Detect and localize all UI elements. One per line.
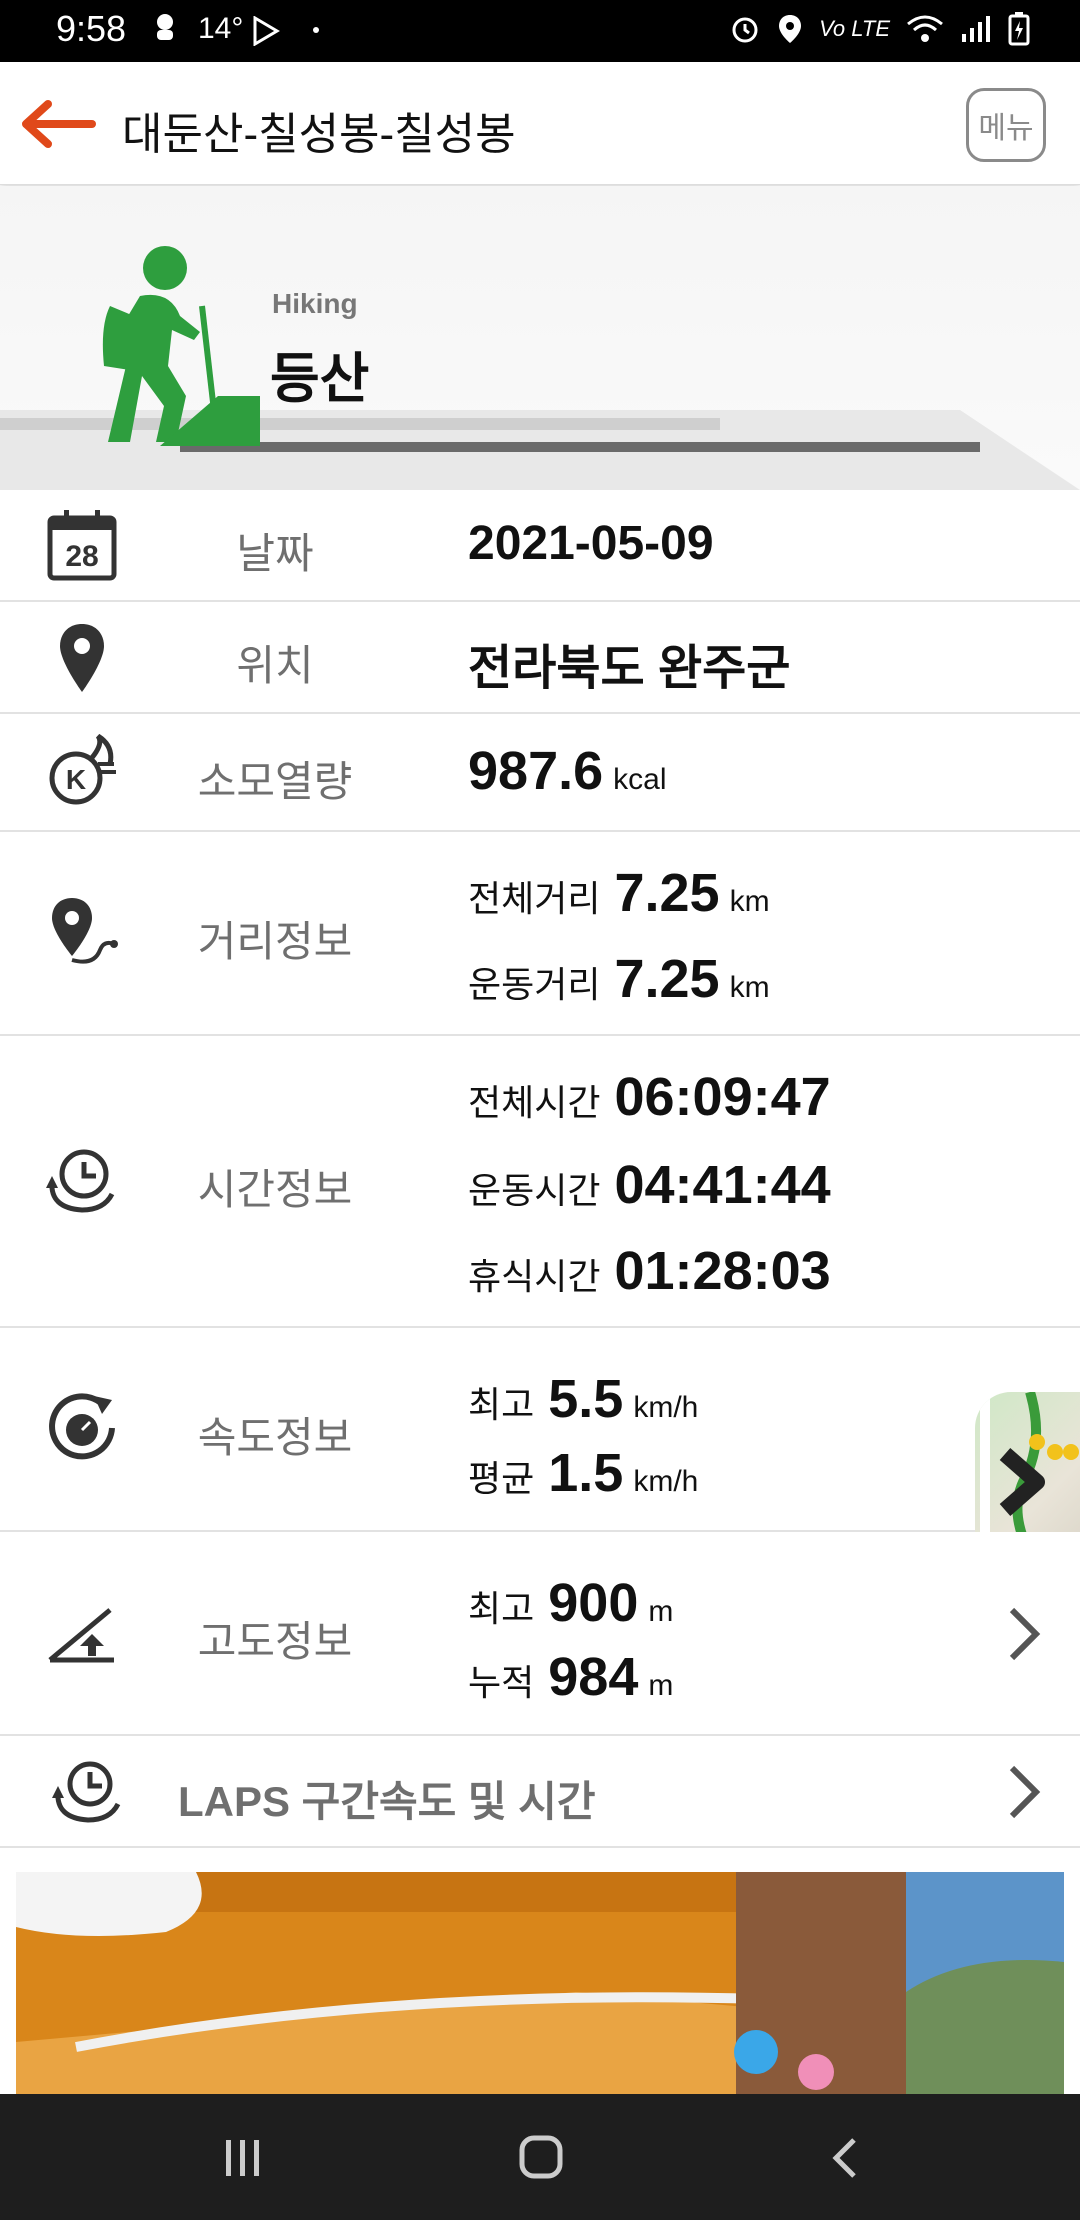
menu-button[interactable]: 메뉴 xyxy=(966,88,1046,162)
calendar-day: 28 xyxy=(65,540,98,573)
rest-time-value: 01:28:03 xyxy=(614,1241,831,1301)
max-altitude-label: 최고 xyxy=(468,1588,535,1629)
total-distance-unit: km xyxy=(729,885,770,918)
avg-speed-unit: km/h xyxy=(633,1465,699,1498)
photo-image xyxy=(16,1872,1064,2094)
total-time-group: 전체시간 06:09:47 xyxy=(468,1066,831,1128)
activity-type-en: Hiking xyxy=(272,288,358,319)
location-icon xyxy=(779,15,802,43)
location-row: 위치 전라북도 완주군 xyxy=(0,602,1080,714)
activity-photo[interactable] xyxy=(16,1872,1064,2094)
dot-icon xyxy=(313,27,319,33)
avg-speed-label: 평균 xyxy=(468,1458,535,1499)
play-store-icon xyxy=(253,16,280,46)
route-pin-icon xyxy=(52,898,118,964)
calories-value-group: 987.6 kcal xyxy=(468,740,667,802)
rest-time-label: 휴식시간 xyxy=(468,1256,601,1297)
avg-speed-value: 1.5 xyxy=(548,1443,624,1503)
recent-apps-button[interactable] xyxy=(222,2138,264,2178)
svg-text:K: K xyxy=(66,764,86,795)
altitude-row[interactable]: 고도정보 최고 900 m 누적 984 m xyxy=(0,1532,1080,1736)
clock-refresh-icon xyxy=(46,1149,115,1213)
flame-k-icon: K xyxy=(49,734,116,805)
total-time-label: 전체시간 xyxy=(468,1082,601,1123)
speed-row: 속도정보 최고 5.5 km/h 평균 1.5 km/h xyxy=(0,1328,1080,1532)
max-speed-label: 최고 xyxy=(468,1384,535,1425)
calories-unit: kcal xyxy=(613,763,667,796)
status-right-icons: Vo LTE xyxy=(729,12,1030,46)
cumulative-altitude-unit: m xyxy=(648,1669,674,1702)
calories-row: K 소모열량 987.6 kcal xyxy=(0,714,1080,832)
time-label: 시간정보 xyxy=(197,1166,353,1213)
total-distance-group: 전체거리 7.25 km xyxy=(468,862,770,924)
rest-time-group: 휴식시간 01:28:03 xyxy=(468,1240,831,1302)
moving-time-value: 04:41:44 xyxy=(614,1155,831,1215)
distance-label: 거리정보 xyxy=(197,918,353,965)
date-row: 28 날짜 2021-05-09 xyxy=(0,490,1080,602)
page-title: 대둔산-칠성봉-칠성봉 xyxy=(122,110,516,159)
lap-clock-icon xyxy=(52,1761,121,1823)
calories-label: 소모열량 xyxy=(197,758,353,805)
battery-icon xyxy=(1008,12,1030,46)
altitude-label: 고도정보 xyxy=(197,1618,353,1665)
total-distance-value: 7.25 xyxy=(614,863,720,923)
location-value: 전라북도 완주군 xyxy=(468,642,791,695)
date-label: 날짜 xyxy=(236,530,314,577)
chevron-right-icon xyxy=(1009,1765,1041,1819)
date-value: 2021-05-09 xyxy=(468,517,714,570)
laps-label: LAPS 구간속도 및 시간 xyxy=(178,1778,596,1825)
avg-speed-group: 평균 1.5 km/h xyxy=(468,1442,698,1504)
alarm-icon xyxy=(732,17,758,43)
signal-icon xyxy=(962,16,990,42)
max-speed-unit: km/h xyxy=(633,1391,699,1424)
moving-distance-value: 7.25 xyxy=(614,949,720,1009)
calories-value: 987.6 xyxy=(468,741,604,801)
chevron-right-icon xyxy=(1009,1607,1041,1661)
activity-type-ko: 등산 xyxy=(270,349,370,409)
time-row: 시간정보 전체시간 06:09:47 운동시간 04:41:44 휴식시간 01… xyxy=(0,1036,1080,1328)
moving-time-group: 운동시간 04:41:44 xyxy=(468,1154,831,1216)
home-button[interactable] xyxy=(518,2134,564,2180)
status-bar: 9:58 14° Vo LTE xyxy=(0,0,1080,62)
total-distance-label: 전체거리 xyxy=(468,878,601,919)
status-left-icons xyxy=(150,10,180,44)
wifi-icon xyxy=(907,15,943,42)
speed-label: 속도정보 xyxy=(197,1414,353,1461)
incline-icon xyxy=(48,1608,114,1663)
moving-time-label: 운동시간 xyxy=(468,1170,601,1211)
arrow-left-icon xyxy=(22,100,96,148)
status-temperature: 14° xyxy=(198,12,244,45)
max-altitude-value: 900 xyxy=(548,1573,639,1633)
max-altitude-unit: m xyxy=(648,1595,674,1628)
notification-icon xyxy=(157,14,173,40)
moving-distance-label: 운동거리 xyxy=(468,964,601,1005)
cumulative-altitude-label: 누적 xyxy=(468,1662,535,1703)
moving-distance-group: 운동거리 7.25 km xyxy=(468,948,770,1010)
moving-distance-unit: km xyxy=(729,971,770,1004)
distance-row: 거리정보 전체거리 7.25 km 운동거리 7.25 km xyxy=(0,832,1080,1036)
cumulative-altitude-group: 누적 984 m xyxy=(468,1646,673,1708)
hiker-icon xyxy=(102,246,260,446)
max-speed-group: 최고 5.5 km/h xyxy=(468,1368,698,1430)
status-time: 9:58 xyxy=(56,8,127,49)
laps-row[interactable]: LAPS 구간속도 및 시간 xyxy=(0,1736,1080,1848)
location-label: 위치 xyxy=(236,642,314,689)
system-navigation-bar xyxy=(0,2094,1080,2220)
volte-label: Vo LTE xyxy=(819,16,890,41)
max-altitude-group: 최고 900 m xyxy=(468,1572,673,1634)
cumulative-altitude-value: 984 xyxy=(548,1647,639,1707)
max-speed-value: 5.5 xyxy=(548,1369,624,1429)
back-nav-button[interactable] xyxy=(830,2136,860,2180)
speedometer-icon xyxy=(49,1393,115,1460)
location-pin-icon xyxy=(60,624,104,692)
activity-header: Hiking 등산 xyxy=(0,186,1080,490)
calendar-icon: 28 xyxy=(47,510,117,581)
app-bar: 대둔산-칠성봉-칠성봉 메뉴 xyxy=(0,62,1080,185)
total-time-value: 06:09:47 xyxy=(614,1067,831,1127)
back-button[interactable] xyxy=(20,98,96,150)
